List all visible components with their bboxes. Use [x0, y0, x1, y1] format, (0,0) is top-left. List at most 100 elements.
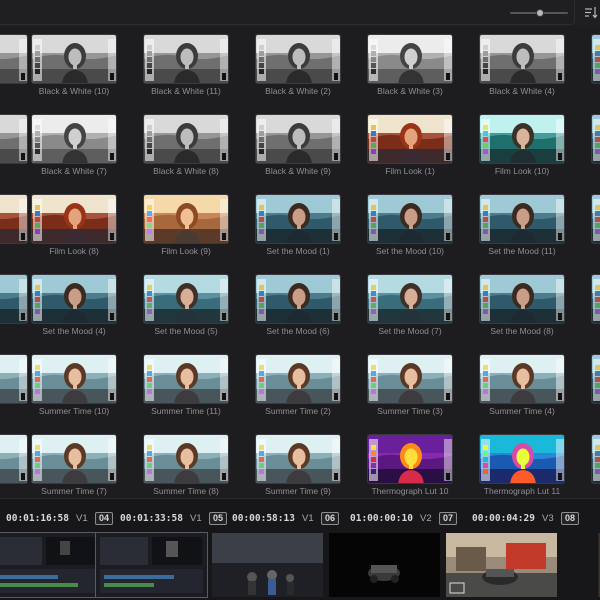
- lut-preset-tile[interactable]: Summer Time (9): [255, 434, 359, 498]
- lut-preset-tile[interactable]: Set the Mood (7): [367, 274, 471, 344]
- lut-preset-tile[interactable]: Summer Time (10): [31, 354, 135, 424]
- lut-preview-thumbnail[interactable]: [479, 274, 565, 324]
- lut-preset-tile[interactable]: Set the Mood (1): [255, 194, 359, 264]
- lut-preview-thumbnail[interactable]: [31, 354, 117, 404]
- lut-preview-thumbnail[interactable]: [479, 114, 565, 164]
- lut-preview-thumbnail[interactable]: [591, 274, 600, 324]
- lut-preview-thumbnail[interactable]: [255, 434, 341, 484]
- lut-preview-thumbnail[interactable]: [31, 434, 117, 484]
- lut-preview-thumbnail[interactable]: [367, 114, 453, 164]
- lut-preview-thumbnail[interactable]: [0, 194, 28, 244]
- lut-preview-thumbnail[interactable]: [591, 34, 600, 84]
- lut-preview-thumbnail[interactable]: [479, 34, 565, 84]
- timeline-clip-thumbnail[interactable]: [0, 532, 102, 598]
- lut-preset-tile[interactable]: Black & White (8): [143, 114, 247, 184]
- lut-preview-thumbnail[interactable]: [591, 114, 600, 164]
- lut-preview-thumbnail[interactable]: [143, 114, 229, 164]
- lut-preset-tile[interactable]: Set the Mood (4): [31, 274, 135, 344]
- lut-preview-thumbnail[interactable]: [367, 354, 453, 404]
- lut-preview-thumbnail[interactable]: [367, 34, 453, 84]
- lut-preset-tile[interactable]: Set the Mood (6): [255, 274, 359, 344]
- lut-preset-tile[interactable]: Black & White (7): [31, 114, 135, 184]
- lut-preset-label: Summer Time (4): [489, 406, 555, 416]
- lut-preset-tile-partial[interactable]: [591, 194, 600, 264]
- lut-preset-label: Summer Time (9): [265, 486, 331, 496]
- lut-preset-tile[interactable]: Set the Mood (11): [479, 194, 583, 264]
- lut-preset-tile[interactable]: Summer Time (4): [479, 354, 583, 424]
- timeline-clip-thumbnail[interactable]: [446, 533, 557, 597]
- lut-preset-tile[interactable]: Set the Mood (5): [143, 274, 247, 344]
- lut-preview-thumbnail[interactable]: [479, 434, 565, 484]
- lut-preset-tile[interactable]: Black & White (3): [367, 34, 471, 104]
- lut-preset-tile[interactable]: Summer Time (11): [143, 354, 247, 424]
- timeline-clip-thumbnail[interactable]: [329, 533, 440, 597]
- lut-preset-label: Set the Mood (11): [488, 246, 556, 256]
- lut-preset-tile[interactable]: Film Look (1): [367, 114, 471, 184]
- lut-preset-tile-partial[interactable]: [591, 114, 600, 184]
- lut-preset-tile[interactable]: Black & White (9): [255, 114, 359, 184]
- lut-preset-label: Set the Mood (4): [42, 326, 106, 336]
- lut-preview-thumbnail[interactable]: [255, 354, 341, 404]
- lut-preview-thumbnail[interactable]: [479, 194, 565, 244]
- timeline-clip-thumbnail[interactable]: [95, 532, 208, 598]
- lut-preset-tile[interactable]: Film Look (9): [143, 194, 247, 264]
- lut-preview-thumbnail[interactable]: [143, 34, 229, 84]
- timeline-clip-thumbnail[interactable]: [212, 533, 323, 597]
- lut-preset-tile[interactable]: Summer Time (2): [255, 354, 359, 424]
- lut-preset-tile[interactable]: Black & White (11): [143, 34, 247, 104]
- lut-preview-thumbnail[interactable]: [255, 34, 341, 84]
- lut-preview-thumbnail[interactable]: [367, 274, 453, 324]
- lut-preview-thumbnail[interactable]: [31, 274, 117, 324]
- sort-list-icon[interactable]: [583, 4, 600, 21]
- lut-preset-tile[interactable]: Set the Mood (8): [479, 274, 583, 344]
- lut-preview-thumbnail[interactable]: [591, 194, 600, 244]
- lut-preview-thumbnail[interactable]: [591, 354, 600, 404]
- lut-preset-tile[interactable]: Summer Time (7): [31, 434, 135, 498]
- lut-preset-tile-partial[interactable]: [591, 34, 600, 104]
- clip-timecode: 01:00:00:10: [350, 513, 413, 524]
- lut-preview-thumbnail[interactable]: [31, 34, 117, 84]
- lut-preview-thumbnail[interactable]: [591, 434, 600, 484]
- lut-preview-thumbnail[interactable]: [0, 434, 28, 484]
- lut-preview-thumbnail[interactable]: [255, 194, 341, 244]
- clip-track: V3: [542, 513, 554, 524]
- lut-preview-thumbnail[interactable]: [31, 194, 117, 244]
- lut-preset-tile[interactable]: Thermograph Lut 10: [367, 434, 471, 498]
- lut-preview-thumbnail[interactable]: [255, 114, 341, 164]
- lut-preview-thumbnail[interactable]: [479, 354, 565, 404]
- lut-preset-label: Summer Time (7): [41, 486, 107, 496]
- lut-preset-tile[interactable]: Set the Mood (10): [367, 194, 471, 264]
- lut-preview-thumbnail[interactable]: [367, 434, 453, 484]
- lut-preset-label: Summer Time (11): [151, 406, 221, 416]
- lut-preset-tile[interactable]: Film Look (10): [479, 114, 583, 184]
- lut-preset-label: Summer Time (2): [265, 406, 331, 416]
- lut-preview-thumbnail[interactable]: [143, 274, 229, 324]
- lut-preview-thumbnail[interactable]: [0, 274, 28, 324]
- lut-preview-thumbnail[interactable]: [143, 354, 229, 404]
- slider-thumb[interactable]: [536, 9, 544, 17]
- lut-preview-thumbnail[interactable]: [367, 194, 453, 244]
- lut-preset-tile[interactable]: Summer Time (3): [367, 354, 471, 424]
- lut-preset-tile[interactable]: Black & White (2): [255, 34, 359, 104]
- clip-timeline-strip: 00:01:16:58 V1 04 00:01:33:58 V1 05 00:00:58:1…: [0, 498, 600, 600]
- lut-preset-tile-partial[interactable]: [591, 354, 600, 424]
- lut-preset-label: Black & White (8): [153, 166, 219, 176]
- lut-preset-tile[interactable]: Film Look (8): [31, 194, 135, 264]
- timeline-clip-thumbnail-partial[interactable]: [562, 533, 600, 597]
- lut-preset-tile[interactable]: Black & White (10): [31, 34, 135, 104]
- thumbnail-zoom-slider[interactable]: [510, 8, 568, 18]
- lut-preset-tile-partial[interactable]: [591, 274, 600, 344]
- lut-preview-thumbnail[interactable]: [143, 434, 229, 484]
- lut-preview-thumbnail[interactable]: [0, 354, 28, 404]
- lut-preview-thumbnail[interactable]: [31, 114, 117, 164]
- lut-preset-tile[interactable]: Black & White (4): [479, 34, 583, 104]
- lut-preview-thumbnail[interactable]: [255, 274, 341, 324]
- lut-preset-label: Summer Time (3): [377, 406, 443, 416]
- lut-preview-thumbnail[interactable]: [0, 114, 28, 164]
- lut-preset-tile[interactable]: Thermograph Lut 11: [479, 434, 583, 498]
- lut-preset-tile-partial[interactable]: [591, 434, 600, 498]
- lut-preview-thumbnail[interactable]: [143, 194, 229, 244]
- clip-number-badge: 04: [95, 512, 114, 525]
- lut-preview-thumbnail[interactable]: [0, 34, 28, 84]
- lut-preset-tile[interactable]: Summer Time (8): [143, 434, 247, 498]
